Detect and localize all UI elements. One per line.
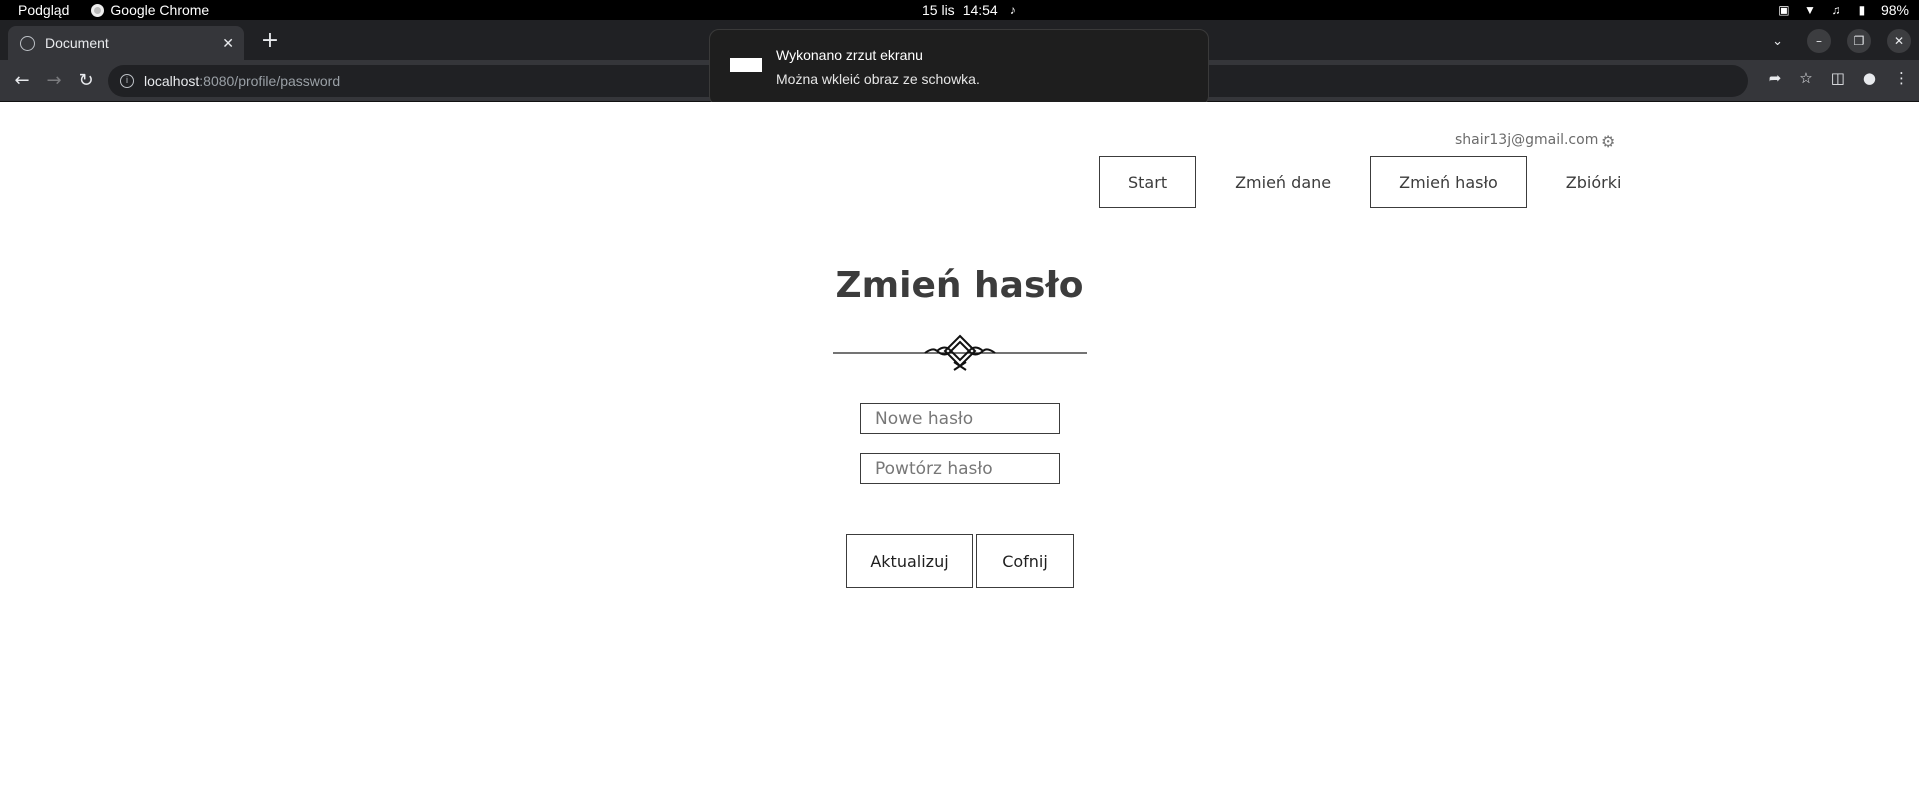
battery-percent: 98%	[1880, 2, 1909, 18]
nav-change-password[interactable]: Zmień hasło	[1370, 156, 1527, 208]
back-arrow-icon[interactable]: ←	[10, 69, 34, 93]
forward-arrow-icon[interactable]: →	[42, 69, 66, 93]
nav-start[interactable]: Start	[1099, 156, 1197, 208]
tab-search-chevron-icon[interactable]: ⌄	[1772, 34, 1783, 49]
new-tab-button[interactable]: +	[258, 30, 282, 54]
chrome-logo-icon	[91, 3, 105, 17]
notification-body: Można wkleić obraz ze schowka.	[776, 71, 980, 87]
url-host: localhost	[144, 73, 200, 89]
user-email: shair13j@gmail.com	[1455, 132, 1599, 148]
app-menu-chrome[interactable]: Google Chrome	[91, 2, 209, 18]
notification-title: Wykonano zrzut ekranu	[776, 47, 923, 63]
restore-button[interactable]: ❐	[1847, 29, 1871, 53]
main-nav: Start Zmień dane Zmień hasło Zbiórki	[1099, 156, 1660, 208]
share-icon[interactable]: ➦	[1769, 69, 1782, 87]
page-title: Zmień hasło	[835, 265, 1084, 306]
url-path: :8080/profile/password	[199, 73, 341, 89]
wifi-icon: ▼	[1804, 3, 1816, 17]
minimize-button[interactable]: –	[1807, 29, 1831, 53]
clock-date: 15 lis	[922, 2, 955, 18]
new-password-input[interactable]	[860, 403, 1060, 434]
profile-icon[interactable]: ●	[1863, 69, 1876, 87]
battery-icon: ▮	[1858, 3, 1866, 17]
update-button[interactable]: Aktualizuj	[846, 534, 973, 588]
repeat-password-input[interactable]	[860, 453, 1060, 484]
tab-close-icon[interactable]: ✕	[222, 35, 234, 52]
site-info-icon[interactable]: i	[120, 74, 134, 88]
app-menu-chrome-label: Google Chrome	[110, 2, 210, 18]
nav-collections[interactable]: Zbiórki	[1537, 156, 1651, 208]
reload-icon[interactable]: ↻	[74, 69, 98, 93]
page-content: shair13j@gmail.com ⚙ Start Zmień dane Zm…	[0, 102, 1919, 786]
screenshot-tray-icon: ▣	[1778, 3, 1790, 17]
bookmark-star-icon[interactable]: ☆	[1799, 69, 1812, 87]
decorative-divider-icon	[833, 334, 1087, 371]
close-window-button[interactable]: ✕	[1887, 29, 1911, 53]
tab-title: Document	[45, 35, 109, 51]
clock[interactable]: 15 lis 14:54 ♪	[922, 2, 1020, 18]
globe-icon	[20, 35, 35, 51]
system-tray[interactable]: ▣ ▼ ♫ ▮ 98%	[1777, 2, 1909, 18]
screenshot-thumbnail	[730, 58, 762, 72]
clock-time: 14:54	[962, 2, 998, 18]
alarm-bell-icon: ♪	[1009, 3, 1016, 17]
os-top-bar: Podgląd Google Chrome 15 lis 14:54 ♪ ▣ ▼…	[0, 0, 1919, 20]
nav-change-data[interactable]: Zmień dane	[1206, 156, 1360, 208]
app-menu-preview[interactable]: Podgląd	[18, 2, 69, 18]
volume-icon: ♫	[1831, 3, 1841, 17]
menu-kebab-icon[interactable]: ⋮	[1894, 69, 1909, 87]
gear-icon[interactable]: ⚙	[1601, 132, 1615, 151]
back-button[interactable]: Cofnij	[976, 534, 1074, 588]
browser-tab-document[interactable]: Document ✕	[8, 26, 244, 60]
side-panel-icon[interactable]: ◫	[1831, 69, 1845, 87]
screenshot-notification[interactable]: Wykonano zrzut ekranu Można wkleić obraz…	[709, 29, 1209, 106]
